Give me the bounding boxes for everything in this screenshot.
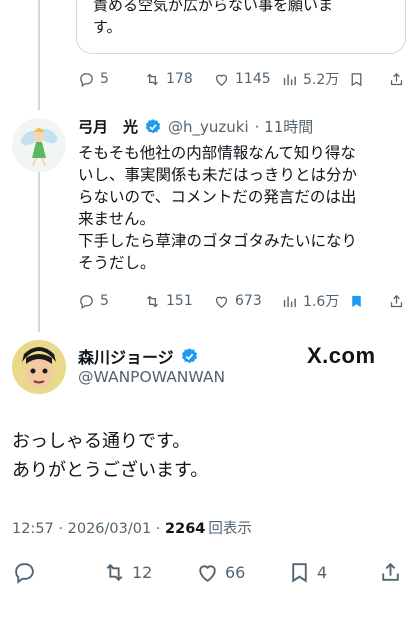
retweet-button[interactable]: 178 xyxy=(144,71,193,88)
views-button[interactable]: 1.6万 xyxy=(281,291,339,311)
view-count: 2264 xyxy=(165,521,206,537)
reply-button[interactable] xyxy=(12,560,37,585)
display-name[interactable]: 弓月 光 xyxy=(78,116,138,137)
like-button[interactable]: 66 xyxy=(195,560,245,585)
analytics-icon xyxy=(283,296,296,307)
handle[interactable]: @WANPOWANWAN xyxy=(78,368,225,386)
display-name[interactable]: 森川ジョージ xyxy=(78,344,174,368)
reply-icon xyxy=(15,562,34,584)
analytics-icon xyxy=(283,74,296,85)
reply-text: そもそも他社の内部情報なんて知り得な いし、事実関係も未だはっきりとは分か らな… xyxy=(78,144,358,272)
timestamp[interactable]: 12:57 · 2026/03/01 · xyxy=(12,521,165,537)
reply-header: 弓月 光 @h_yuzuki · 11時間 xyxy=(78,116,313,137)
bookmark-icon xyxy=(351,72,362,86)
main-actions: 12 66 4 xyxy=(0,558,419,586)
share-icon xyxy=(382,562,399,581)
avatar[interactable] xyxy=(12,118,66,172)
views-button[interactable]: 5.2万 xyxy=(281,69,339,89)
heart-icon xyxy=(215,74,228,86)
retweet-icon xyxy=(147,295,158,307)
retweet-button[interactable]: 12 xyxy=(102,560,152,585)
manga-character-avatar-image xyxy=(12,340,66,394)
thread-line xyxy=(38,0,40,110)
tweet-actions: 5 178 1145 5.2万 xyxy=(0,68,419,90)
tweet-meta: 12:57 · 2026/03/01 · 2264 回表示 xyxy=(12,517,252,538)
quoted-tweet-text: 責める空気が広がらない事を願いま す。 xyxy=(93,0,334,36)
retweet-icon xyxy=(147,73,158,85)
fairy-avatar-image xyxy=(20,128,58,167)
share-icon xyxy=(390,72,403,85)
retweet-icon xyxy=(106,563,123,581)
avatar[interactable] xyxy=(12,340,66,394)
reply-actions: 5 151 673 1.6万 xyxy=(0,290,419,312)
view-label: 回表示 xyxy=(208,521,252,537)
bookmark-button[interactable] xyxy=(348,71,365,88)
reply-icon xyxy=(80,294,93,309)
share-button[interactable] xyxy=(388,71,405,88)
retweet-button[interactable]: 151 xyxy=(144,293,193,310)
handle[interactable]: @h_yuzuki xyxy=(168,118,249,136)
bookmark-button[interactable]: 4 xyxy=(287,560,327,585)
verified-badge-icon xyxy=(181,347,197,363)
reply-button[interactable]: 5 xyxy=(78,71,109,88)
heart-icon xyxy=(199,564,216,582)
main-tweet-text: おっしゃる通りです。 ありがとうございます。 xyxy=(12,431,209,481)
share-icon xyxy=(390,294,403,307)
reply-icon xyxy=(80,72,93,87)
share-button[interactable] xyxy=(388,293,405,310)
main-header: 森川ジョージ xyxy=(78,344,199,368)
timestamp[interactable]: · 11時間 xyxy=(255,116,314,137)
watermark: X.com xyxy=(307,343,376,368)
bookmark-button-active[interactable] xyxy=(348,293,365,310)
share-button[interactable] xyxy=(378,560,403,585)
bookmark-filled-icon xyxy=(352,295,361,307)
heart-icon xyxy=(215,296,228,308)
like-button[interactable]: 1145 xyxy=(213,71,271,88)
bookmark-icon xyxy=(292,562,307,583)
reply-button[interactable]: 5 xyxy=(78,293,109,310)
verified-badge-icon xyxy=(145,118,161,133)
like-button[interactable]: 673 xyxy=(213,293,262,310)
